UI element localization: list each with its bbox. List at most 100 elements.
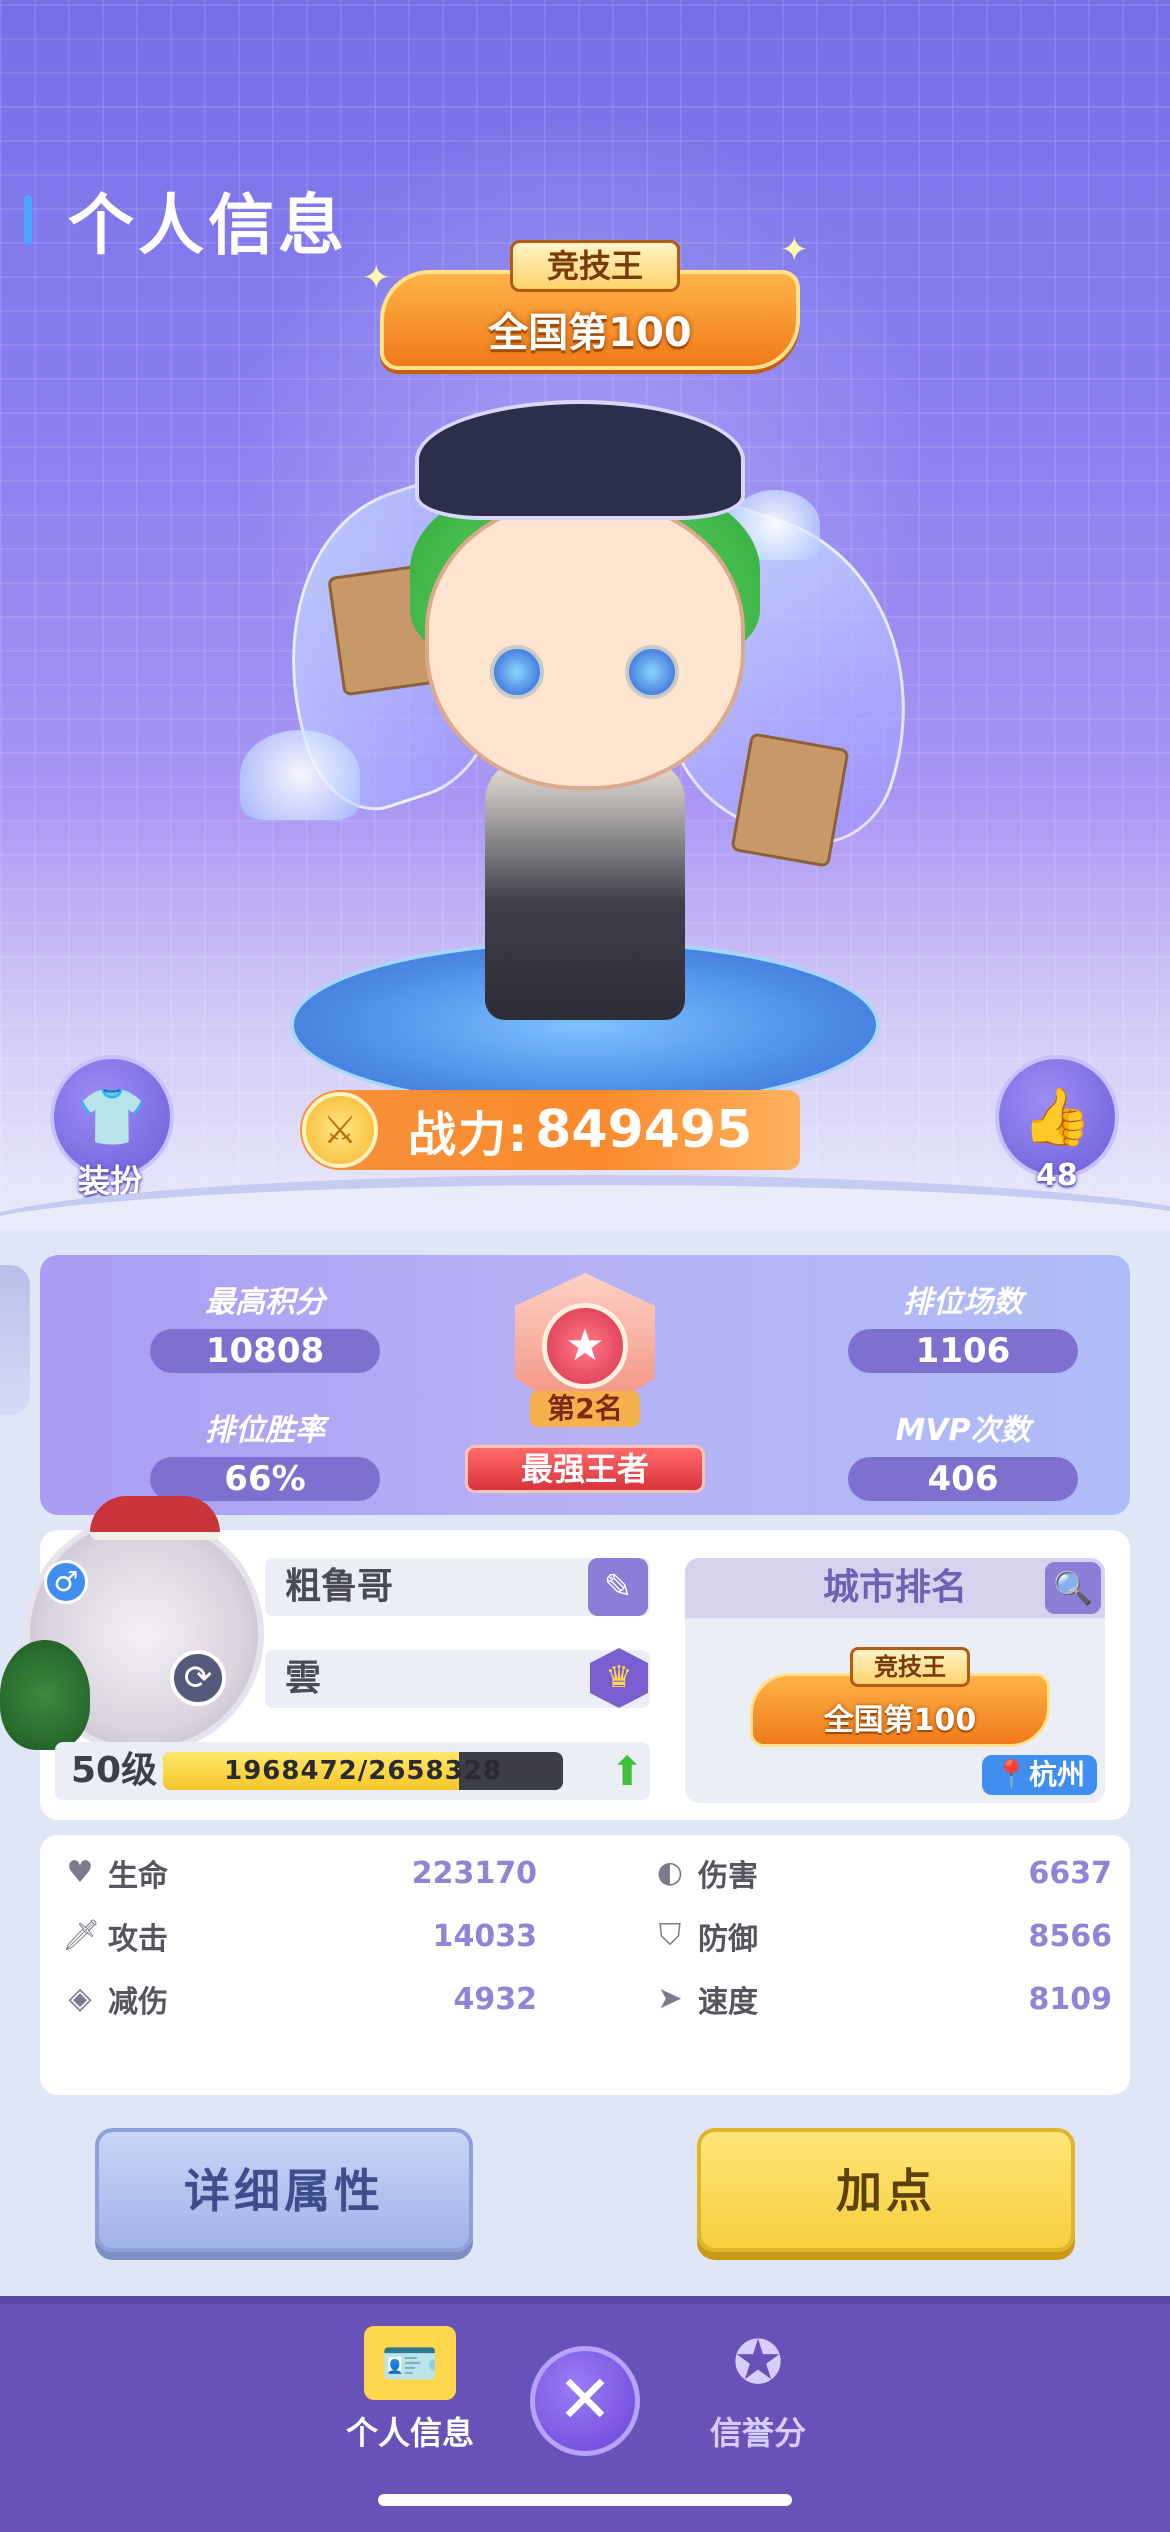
- home-indicator[interactable]: [378, 2494, 792, 2506]
- attr-speed: ➤ 速度 8109: [652, 1979, 1113, 2020]
- attr-value: 8566: [1028, 1918, 1113, 1954]
- profile-card: ♂ ⟳ 粗鲁哥 ✎ 雲 ♛ 50级 1968472/2658328 ⬆ 城市排名…: [0, 1496, 1130, 1820]
- city-location-badge[interactable]: 📍杭州: [982, 1755, 1097, 1795]
- avatar[interactable]: ♂ ⟳: [0, 1496, 264, 1754]
- tab-credit-score[interactable]: ✪ 信誉分: [668, 2326, 848, 2454]
- male-gender-icon: ♂: [44, 1560, 88, 1604]
- shirt-icon: 👕: [77, 1085, 147, 1150]
- character-eye: [490, 645, 544, 699]
- star-badge-icon: ✪: [732, 2328, 784, 2398]
- christmas-hat-frame: [90, 1496, 220, 1540]
- attr-value: 14033: [432, 1918, 537, 1954]
- edit-name-icon[interactable]: ✎: [588, 1558, 648, 1616]
- attr-value: 6637: [1028, 1855, 1113, 1891]
- thumbs-up-icon: 👍: [1022, 1085, 1092, 1150]
- boot-icon: ➤: [657, 1981, 683, 2016]
- like-count: 48: [1036, 1158, 1078, 1193]
- christmas-tree-frame: [0, 1640, 90, 1750]
- stat-highest-score: 最高积分 10808: [150, 1277, 380, 1373]
- jellyfish-decoration: [240, 730, 360, 820]
- sparkle-icon: ✦: [362, 258, 391, 298]
- location-pin-icon: 📍: [994, 1758, 1029, 1791]
- shield-icon: ⛉: [658, 1918, 682, 1953]
- side-pull-tab[interactable]: [0, 1265, 30, 1415]
- attr-name: 减伤: [108, 1985, 168, 2020]
- attr-damage: ◐ 伤害 6637: [652, 1853, 1113, 1894]
- level-up-arrow-icon[interactable]: ⬆: [605, 1750, 649, 1794]
- heart-icon: ♥: [66, 1855, 94, 1890]
- sword-icon: 🗡: [62, 1918, 101, 1953]
- rank-badge[interactable]: ★ 第2名 最强王者: [460, 1273, 710, 1503]
- level-row: 50级 1968472/2658328 ⬆: [55, 1742, 650, 1800]
- stat-value: 10808: [150, 1329, 380, 1373]
- city-location-name: 杭州: [1028, 1758, 1085, 1791]
- stat-label: 排位胜率: [205, 1413, 325, 1448]
- rank-banner-top-label: 竞技王: [510, 240, 680, 292]
- attr-name: 防御: [698, 1922, 758, 1957]
- sparkle-icon: ✦: [780, 230, 809, 270]
- rank-badge-title: 最强王者: [465, 1445, 705, 1493]
- stat-ranked-matches: 排位场数 1106: [848, 1277, 1078, 1373]
- exp-progress-bar: 1968472/2658328: [163, 1752, 563, 1790]
- rank-stats-panel: 最高积分 10808 排位胜率 66% 排位场数 1106 MVP次数 406 …: [40, 1255, 1130, 1515]
- tab-label: 信誉分: [709, 2414, 806, 2452]
- attr-defense: ⛉ 防御 8566: [652, 1916, 1113, 1957]
- character-eye: [625, 645, 679, 699]
- attr-name: 速度: [698, 1985, 758, 2020]
- add-points-button[interactable]: 加点: [697, 2128, 1075, 2252]
- attr-value: 223170: [411, 1855, 537, 1891]
- rank-title-banner: 竞技王 全国第100 ✦ ✦: [360, 230, 820, 390]
- character-avatar[interactable]: [239, 380, 960, 1120]
- city-banner-top-label: 竞技王: [850, 1647, 970, 1687]
- globe-damage-icon: ◐: [656, 1855, 684, 1890]
- search-icon[interactable]: 🔍: [1045, 1562, 1101, 1614]
- attributes-card: ♥ 生命 223170 🗡 攻击 14033 ◈ 减伤 4932 ◐ 伤害 66…: [40, 1835, 1130, 2095]
- attr-value: 4932: [453, 1981, 538, 2017]
- combat-power-bar: ⚔ 战力: 849495: [300, 1090, 800, 1170]
- power-label: 战力:: [408, 1107, 530, 1163]
- hero-section: 个人信息 竞技王 全国第100 ✦ ✦ ⚔ 战力: 849495 👕 装扮 👍 …: [0, 0, 1170, 1230]
- power-value: 849495: [535, 1100, 753, 1160]
- page-header: 个人信息: [24, 172, 348, 268]
- title-accent-bar: [24, 195, 32, 245]
- stat-label: MVP次数: [895, 1413, 1031, 1448]
- power-coin-icon: ⚔: [302, 1092, 378, 1168]
- stat-label: 最高积分: [205, 1285, 325, 1320]
- detailed-attributes-button[interactable]: 详细属性: [95, 2128, 473, 2252]
- attr-value: 8109: [1028, 1981, 1113, 2017]
- attr-damage-reduction: ◈ 减伤 4932: [62, 1979, 538, 2020]
- star-icon: ★: [542, 1303, 628, 1389]
- close-button[interactable]: ✕: [530, 2346, 640, 2456]
- character-body: [485, 760, 685, 1020]
- page-title: 个人信息: [68, 187, 348, 264]
- city-rank-title: 城市排名: [685, 1558, 1105, 1618]
- character-head: [425, 500, 745, 790]
- city-banner-main-label: 全国第100: [823, 1703, 977, 1738]
- stat-value: 66%: [150, 1457, 380, 1501]
- stat-win-rate: 排位胜率 66%: [150, 1405, 380, 1501]
- nav-top-border: [0, 2296, 1170, 2304]
- rank-banner-main-label: 全国第100: [488, 310, 692, 356]
- hero-bottom-wave: [0, 1175, 1170, 1230]
- attr-hp: ♥ 生命 223170: [62, 1853, 537, 1894]
- attr-name: 生命: [108, 1859, 168, 1894]
- tab-personal-info[interactable]: 🪪 个人信息: [320, 2326, 500, 2454]
- armor-icon: ◈: [68, 1981, 92, 2016]
- rank-badge-place: 第2名: [530, 1391, 640, 1427]
- attr-name: 伤害: [698, 1859, 758, 1894]
- player-level: 50级: [71, 1750, 158, 1791]
- tab-label: 个人信息: [345, 2414, 474, 2452]
- stat-mvp-count: MVP次数 406: [848, 1405, 1078, 1501]
- character-hat: [415, 400, 745, 520]
- switch-avatar-icon[interactable]: ⟳: [170, 1650, 226, 1706]
- box-pet-decoration: [730, 732, 850, 868]
- stat-label: 排位场数: [903, 1285, 1023, 1320]
- exp-progress-text: 1968472/2658328: [224, 1756, 502, 1786]
- stat-value: 406: [848, 1457, 1078, 1501]
- attr-name: 攻击: [108, 1922, 168, 1957]
- id-card-icon: 🪪: [364, 2326, 456, 2400]
- city-rank-box[interactable]: 城市排名 🔍 竞技王 全国第100 📍杭州: [685, 1558, 1105, 1803]
- attr-attack: 🗡 攻击 14033: [62, 1916, 537, 1957]
- stat-value: 1106: [848, 1329, 1078, 1373]
- city-rank-banner: 竞技王 全国第100: [740, 1643, 1060, 1753]
